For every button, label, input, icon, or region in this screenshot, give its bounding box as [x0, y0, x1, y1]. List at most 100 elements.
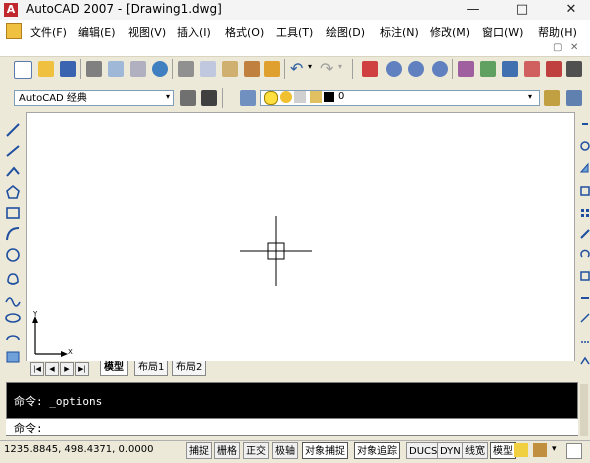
command-input[interactable] — [6, 418, 578, 435]
ellipse-arc-icon[interactable] — [6, 335, 20, 341]
prev-tab-button[interactable]: ◀ — [45, 362, 59, 376]
ortho-toggle[interactable]: 正交 — [243, 442, 269, 459]
properties-icon[interactable] — [458, 61, 474, 77]
tab-layout1[interactable]: 布局1 — [134, 361, 169, 376]
undo-dropdown-icon[interactable]: ▾ — [308, 62, 312, 71]
publish-icon[interactable] — [130, 61, 146, 77]
sun-icon[interactable] — [280, 91, 292, 103]
markup-icon[interactable] — [546, 61, 562, 77]
workspace-settings-icon[interactable] — [180, 90, 196, 106]
tab-layout2[interactable]: 布局2 — [172, 361, 207, 376]
array-icon[interactable] — [581, 209, 584, 212]
zoom-previous-icon[interactable] — [432, 61, 448, 77]
copy-icon[interactable] — [200, 61, 216, 77]
polar-toggle[interactable]: 极轴 — [272, 442, 298, 459]
cut-icon[interactable] — [178, 61, 194, 77]
offset-icon[interactable] — [580, 186, 590, 196]
close-button[interactable]: ✕ — [554, 0, 588, 20]
menu-help[interactable]: 帮助(H) — [538, 24, 577, 40]
layer-manager-icon[interactable] — [240, 90, 256, 106]
new-file-icon[interactable] — [14, 61, 32, 79]
3d-dwf-icon[interactable] — [152, 61, 168, 77]
zoom-realtime-icon[interactable] — [386, 61, 402, 77]
trim-icon[interactable] — [580, 313, 590, 323]
mirror-icon[interactable] — [579, 162, 589, 173]
clean-screen-icon[interactable] — [566, 443, 582, 459]
first-tab-button[interactable]: |◀ — [30, 362, 44, 376]
ellipse-icon[interactable] — [5, 313, 21, 323]
sheet-set-icon[interactable] — [524, 61, 540, 77]
status-menu-icon[interactable]: ▾ — [552, 444, 557, 454]
block-editor-icon[interactable] — [264, 61, 280, 77]
polygon-icon[interactable] — [6, 184, 20, 199]
match-properties-icon[interactable] — [244, 61, 260, 77]
workspace-save-icon[interactable] — [201, 90, 217, 106]
otrack-toggle[interactable]: 对象追踪 — [354, 442, 400, 459]
last-tab-button[interactable]: ▶| — [75, 362, 89, 376]
autocad-app-icon[interactable]: A — [4, 3, 18, 17]
ducs-toggle[interactable]: DUCS — [406, 442, 441, 459]
dyn-toggle[interactable]: DYN — [437, 442, 464, 459]
explode-icon[interactable] — [580, 356, 590, 365]
lightbulb-icon[interactable] — [264, 91, 278, 105]
document-icon[interactable] — [6, 23, 22, 39]
tab-model[interactable]: 模型 — [100, 361, 128, 376]
lineweight-toggle[interactable]: 线宽 — [462, 442, 488, 459]
viewport-freeze-icon[interactable] — [294, 91, 306, 103]
layer-previous-icon[interactable] — [566, 90, 582, 106]
menu-draw[interactable]: 绘图(D) — [326, 24, 365, 40]
menu-insert[interactable]: 插入(I) — [177, 24, 211, 40]
rotate-icon[interactable] — [580, 249, 590, 258]
menu-file[interactable]: 文件(F) — [30, 24, 67, 40]
menu-tools[interactable]: 工具(T) — [276, 24, 313, 40]
maximize-button[interactable]: □ — [505, 0, 539, 20]
menu-edit[interactable]: 编辑(E) — [78, 24, 116, 40]
coordinate-readout[interactable]: 1235.8845, 498.4371, 0.0000 — [4, 444, 154, 455]
open-folder-icon[interactable] — [38, 61, 54, 77]
redo-icon[interactable]: ↷ — [320, 59, 333, 78]
arc-icon[interactable] — [6, 227, 20, 241]
insert-block-icon[interactable] — [6, 351, 20, 363]
circle-icon[interactable] — [6, 248, 20, 262]
menu-modify[interactable]: 修改(M) — [430, 24, 470, 40]
save-icon[interactable] — [60, 61, 76, 77]
menu-format[interactable]: 格式(O) — [225, 24, 264, 40]
pan-icon[interactable] — [362, 61, 378, 77]
doc-restore-button[interactable]: ▢ — [553, 42, 562, 53]
osnap-toggle[interactable]: 对象捕捉 — [302, 442, 348, 459]
communication-center-icon[interactable] — [514, 443, 528, 457]
menu-window[interactable]: 窗口(W) — [482, 24, 523, 40]
move-icon[interactable] — [580, 229, 590, 239]
copy-object-icon[interactable] — [580, 141, 590, 151]
workspace-select[interactable]: AutoCAD 经典 — [14, 90, 174, 106]
menu-view[interactable]: 视图(V) — [128, 24, 166, 40]
snap-toggle[interactable]: 捕捉 — [186, 442, 212, 459]
calculator-icon[interactable] — [566, 61, 582, 77]
construction-line-icon[interactable] — [6, 145, 20, 157]
design-center-icon[interactable] — [480, 61, 496, 77]
menu-dimension[interactable]: 标注(N) — [380, 24, 419, 40]
spline-icon[interactable] — [5, 297, 21, 307]
paste-icon[interactable] — [222, 61, 238, 77]
zoom-window-icon[interactable] — [408, 61, 424, 77]
redo-dropdown-icon[interactable]: ▾ — [338, 62, 342, 71]
minimize-button[interactable]: — — [456, 0, 490, 20]
scale-icon[interactable] — [580, 271, 590, 281]
tool-palettes-icon[interactable] — [502, 61, 518, 77]
polyline-icon[interactable] — [6, 166, 20, 177]
line-icon[interactable] — [6, 123, 20, 137]
lock-toolbar-icon[interactable] — [533, 443, 547, 457]
revision-cloud-icon[interactable] — [7, 273, 19, 285]
print-icon[interactable] — [86, 61, 102, 77]
undo-icon[interactable]: ↶ — [290, 59, 303, 78]
chevron-down-icon[interactable]: ▾ — [166, 92, 170, 101]
plot-preview-icon[interactable] — [108, 61, 124, 77]
next-tab-button[interactable]: ▶ — [60, 362, 74, 376]
rectangle-icon[interactable] — [6, 207, 20, 219]
lock-icon[interactable] — [310, 91, 322, 103]
model-toggle[interactable]: 模型 — [490, 442, 516, 459]
chevron-down-icon[interactable]: ▾ — [528, 92, 532, 101]
grid-toggle[interactable]: 栅格 — [214, 442, 240, 459]
doc-close-button[interactable]: ✕ — [570, 42, 578, 53]
make-layer-current-icon[interactable] — [544, 90, 560, 106]
